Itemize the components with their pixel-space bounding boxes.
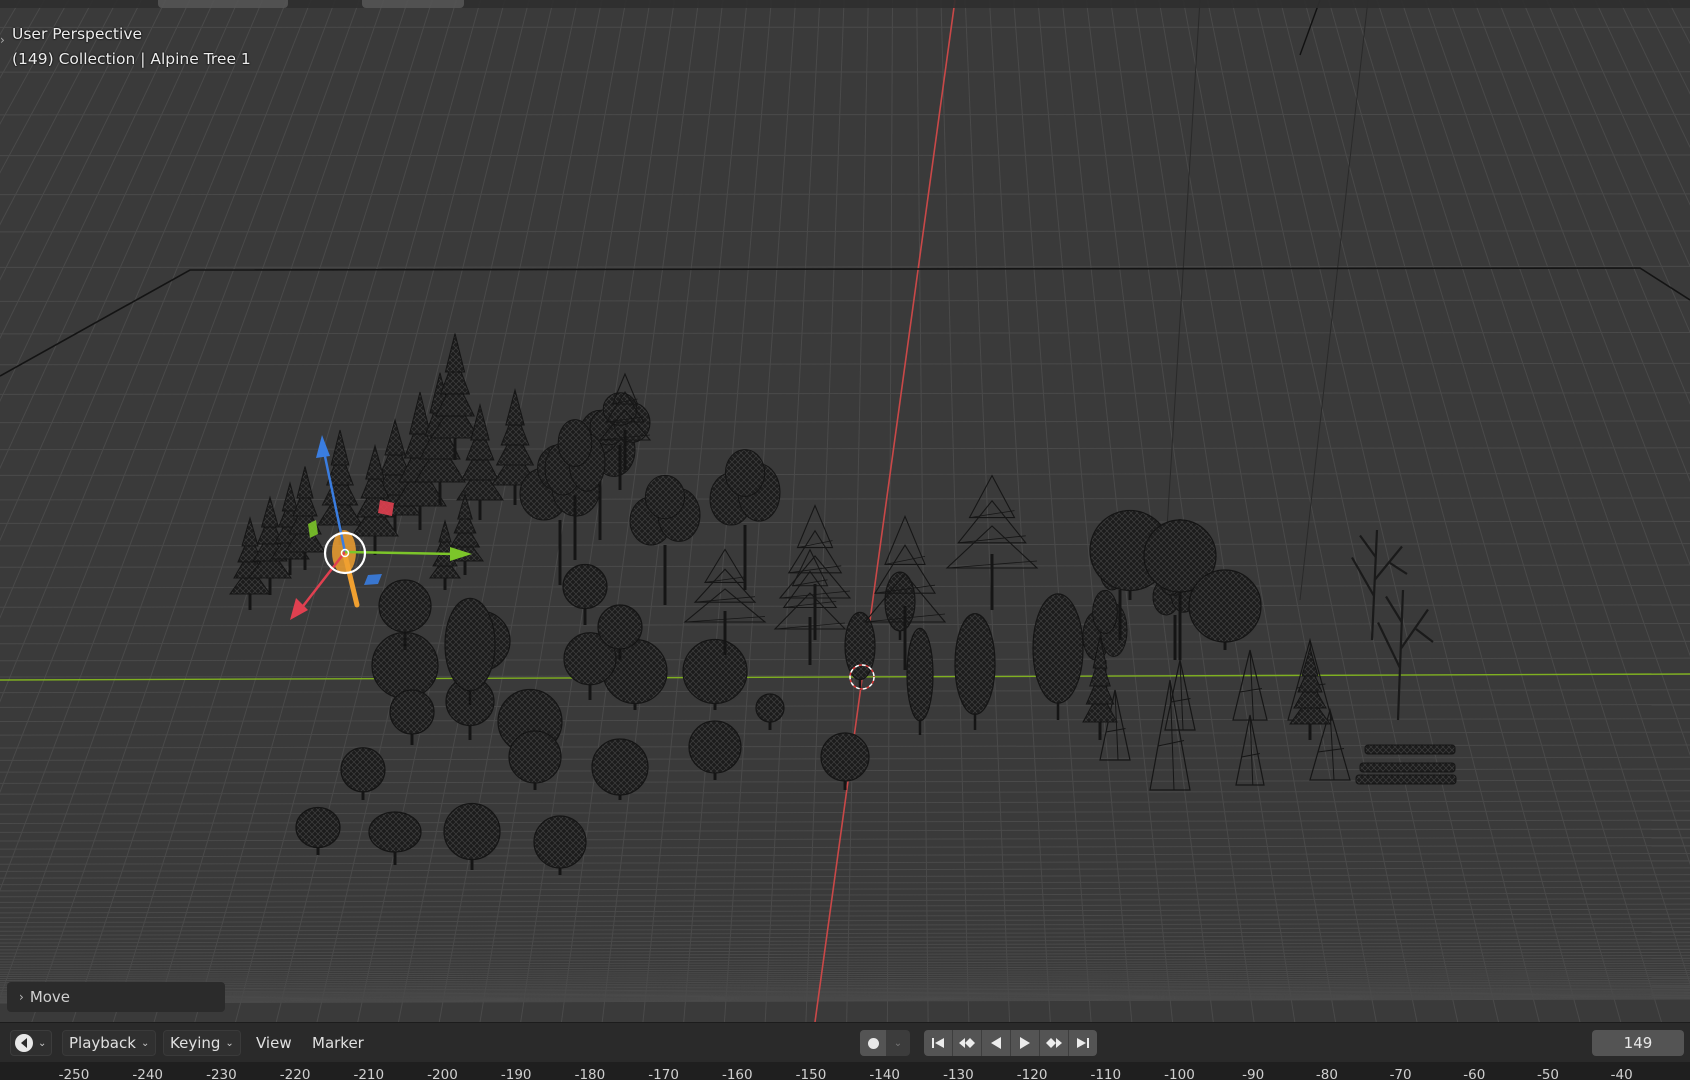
view-menu[interactable]: View bbox=[254, 1030, 294, 1056]
ruler-tick-label: -110 bbox=[1090, 1067, 1122, 1080]
ruler-tick-label: -70 bbox=[1389, 1067, 1412, 1080]
timeline-ruler[interactable]: -250 -240 -230 -220 -210 -200 -190 -180 -170 -160… bbox=[0, 1062, 1690, 1080]
timeline-header: ⌄ Playback ⌄ Keying ⌄ View Marker bbox=[0, 1022, 1690, 1063]
current-frame-field[interactable]: 149 bbox=[1592, 1030, 1684, 1056]
ruler-tick-label: -190 bbox=[500, 1067, 532, 1080]
viewport-header bbox=[0, 0, 1690, 8]
prev-keyframe-icon bbox=[959, 1038, 975, 1048]
ruler-tick-label: -60 bbox=[1463, 1067, 1486, 1080]
jump-end-button[interactable] bbox=[1069, 1030, 1097, 1056]
ruler-tick-label: -120 bbox=[1016, 1067, 1048, 1080]
next-keyframe-icon bbox=[1046, 1038, 1062, 1048]
ruler-tick-label: -150 bbox=[795, 1067, 827, 1080]
chevron-down-icon: ⌄ bbox=[140, 1037, 150, 1049]
ruler-tick-label: -80 bbox=[1315, 1067, 1338, 1080]
chevron-right-icon[interactable]: › bbox=[0, 33, 5, 47]
ruler-tick-label: -240 bbox=[132, 1067, 164, 1080]
play-reverse-button[interactable] bbox=[982, 1030, 1011, 1056]
ruler-tick-label: -230 bbox=[206, 1067, 237, 1080]
record-button[interactable] bbox=[860, 1030, 886, 1056]
ruler-tick-label: -130 bbox=[943, 1067, 974, 1080]
ruler-tick-label: -210 bbox=[353, 1067, 385, 1080]
ruler-tick-label: -180 bbox=[574, 1067, 606, 1080]
ruler-tick-label: -90 bbox=[1242, 1067, 1265, 1080]
transport-controls bbox=[924, 1030, 1097, 1056]
play-icon bbox=[1020, 1037, 1030, 1049]
scene-bounds bbox=[0, 267, 1690, 377]
chevron-down-icon: ⌄ bbox=[225, 1037, 234, 1049]
chevron-right-icon: › bbox=[19, 990, 24, 1004]
drag-dropdown[interactable] bbox=[362, 0, 464, 8]
ruler-tick-label: -160 bbox=[721, 1067, 753, 1080]
last-operator-panel[interactable]: › Move bbox=[7, 982, 225, 1012]
scene-canvas[interactable] bbox=[0, 0, 1690, 1022]
keying-label: Keying bbox=[170, 1034, 221, 1052]
orientation-dropdown[interactable] bbox=[158, 0, 288, 8]
ruler-tick-label: -140 bbox=[869, 1067, 901, 1080]
ruler-tick-label: -40 bbox=[1610, 1067, 1633, 1080]
jump-start-icon bbox=[932, 1038, 944, 1048]
jump-start-button[interactable] bbox=[924, 1030, 953, 1056]
play-button[interactable] bbox=[1011, 1030, 1040, 1056]
view-perspective-label: User Perspective bbox=[12, 25, 143, 43]
editor-type-button[interactable]: ⌄ bbox=[10, 1030, 52, 1056]
chevron-down-icon[interactable]: ⌄ bbox=[886, 1030, 910, 1056]
ruler-tick-label: -220 bbox=[279, 1067, 311, 1080]
3d-viewport[interactable]: › User Perspective (149) Collection | Al… bbox=[0, 0, 1690, 1022]
clock-icon bbox=[15, 1034, 33, 1052]
keying-menu[interactable]: Keying ⌄ bbox=[163, 1030, 241, 1056]
prev-keyframe-button[interactable] bbox=[953, 1030, 982, 1056]
floor-grid bbox=[0, 0, 1690, 1022]
ruler-tick-label: -100 bbox=[1164, 1067, 1195, 1080]
ruler-tick-label: -250 bbox=[58, 1067, 90, 1080]
play-reverse-icon bbox=[991, 1037, 1001, 1049]
playback-label: Playback bbox=[69, 1034, 136, 1052]
marker-menu[interactable]: Marker bbox=[310, 1030, 366, 1056]
operator-label: Move bbox=[29, 988, 71, 1006]
ruler-tick-label: -200 bbox=[427, 1067, 458, 1080]
jump-end-icon bbox=[1077, 1038, 1089, 1048]
next-keyframe-button[interactable] bbox=[1040, 1030, 1069, 1056]
active-object-label: (149) Collection | Alpine Tree 1 bbox=[12, 50, 251, 68]
ruler-tick-label: -50 bbox=[1536, 1067, 1560, 1080]
playback-menu[interactable]: Playback ⌄ bbox=[62, 1030, 157, 1056]
auto-keying-group: ⌄ bbox=[860, 1030, 910, 1056]
ruler-tick-label: -170 bbox=[648, 1067, 679, 1080]
record-icon bbox=[867, 1037, 879, 1049]
chevron-down-icon: ⌄ bbox=[38, 1037, 47, 1049]
